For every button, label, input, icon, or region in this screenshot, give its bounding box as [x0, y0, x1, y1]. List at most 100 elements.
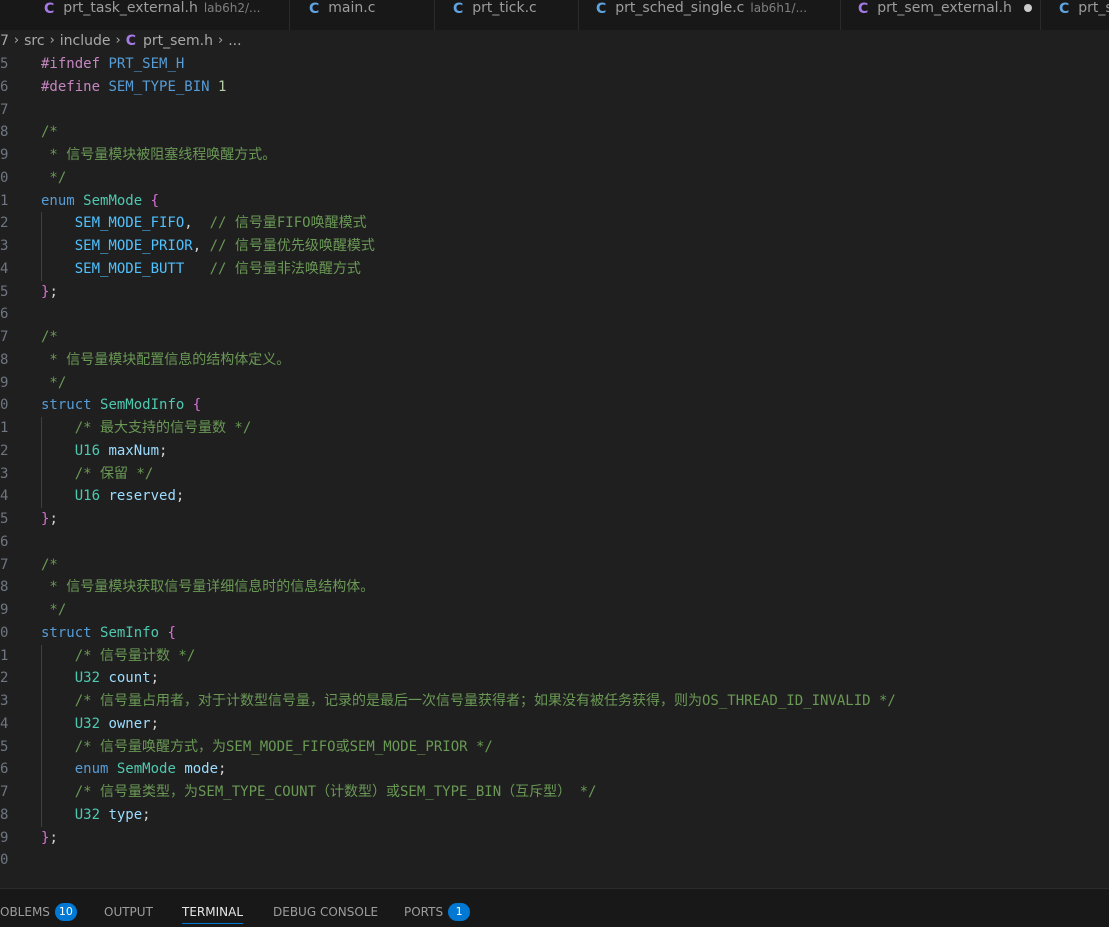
- line-number: 9: [0, 829, 9, 846]
- code-line[interactable]: 9};: [0, 827, 1109, 849]
- line-number: 7: [0, 784, 9, 800]
- code-line[interactable]: 2 SEM_MODE_FIFO, // 信号量FIFO唤醒模式: [0, 212, 1109, 234]
- code-line[interactable]: 0 */: [0, 167, 1109, 189]
- breadcrumb-item-src[interactable]: src: [24, 30, 44, 52]
- code-line[interactable]: 8 * 信号量模块配置信息的结构体定义。: [0, 349, 1109, 371]
- line-number: 2: [0, 442, 9, 459]
- code-line[interactable]: 0 struct SemModInfo {: [0, 394, 1109, 416]
- code-line[interactable]: 1 /* 信号量计数 */: [0, 645, 1109, 667]
- unsaved-dot-icon[interactable]: [1023, 4, 1032, 12]
- line-number: 8: [0, 806, 9, 823]
- code-line[interactable]: 9 */: [0, 599, 1109, 621]
- code-line[interactable]: 5};: [0, 508, 1109, 530]
- code-line[interactable]: 5 /* 信号量唤醒方式，为SEM_MODE_FIFO或SEM_MODE_PRI…: [0, 736, 1109, 758]
- line-number: 1: [0, 420, 9, 436]
- code-text: SEM_MODE_FIFO, // 信号量FIFO唤醒模式: [74, 215, 367, 232]
- line-number: 4: [0, 715, 9, 732]
- code-line[interactable]: 8 /*: [0, 121, 1109, 143]
- code-text: enum SemMode {: [41, 192, 160, 209]
- tab-ports[interactable]: PORTS 1: [404, 901, 471, 923]
- breadcrumb-lead[interactable]: 7: [0, 30, 9, 52]
- line-number: 0: [0, 397, 9, 414]
- tab-description: lab6h2/...: [203, 1, 261, 15]
- code-text: * 信号量模块配置信息的结构体定义。: [41, 351, 291, 368]
- code-editor[interactable]: 5 #ifndef PRT_SEM_H 6 #define SEM_TYPE_BIN …: [0, 53, 1109, 888]
- line-number: 5: [0, 283, 9, 300]
- code-line[interactable]: 6: [0, 303, 1109, 325]
- c-file-icon: C: [453, 1, 464, 17]
- code-line[interactable]: 3 SEM_MODE_PRIOR, // 信号量优先级唤醒模式: [0, 235, 1109, 257]
- code-line[interactable]: 7 /* 信号量类型，为SEM_TYPE_COUNT（计数型）或SEM_TYPE…: [0, 781, 1109, 803]
- tab-prt-s[interactable]: C prt_s: [1041, 0, 1109, 30]
- line-number: 5: [0, 738, 9, 755]
- code-line[interactable]: 7 /*: [0, 326, 1109, 348]
- code-line[interactable]: 6: [0, 531, 1109, 553]
- tab-prt-task-external-h[interactable]: C prt_task_external.h lab6h2/...: [0, 0, 290, 30]
- code-line[interactable]: 0: [0, 849, 1109, 871]
- breadcrumb-item-include[interactable]: include: [60, 30, 111, 52]
- code-line[interactable]: 4 U16 reserved;: [0, 485, 1109, 507]
- code-line[interactable]: 7: [0, 99, 1109, 121]
- line-number: 7: [0, 329, 9, 345]
- line-number: 8: [0, 351, 9, 368]
- code-line[interactable]: 5 #ifndef PRT_SEM_H: [0, 53, 1109, 75]
- code-line[interactable]: 9 * 信号量模块被阻塞线程唤醒方式。: [0, 144, 1109, 166]
- tab-label: OBLEMS: [0, 905, 50, 919]
- code-text: /*: [41, 124, 58, 141]
- tab-label: TERMINAL: [182, 905, 244, 919]
- code-line[interactable]: 8 U32 type;: [0, 804, 1109, 826]
- code-line[interactable]: 8 * 信号量模块获取信号量详细信息时的信息结构体。: [0, 576, 1109, 598]
- breadcrumb-item-file[interactable]: prt_sem.h: [143, 30, 213, 52]
- code-line[interactable]: 6 enum SemMode mode;: [0, 758, 1109, 780]
- line-number: 6: [0, 761, 9, 778]
- code-line[interactable]: 4 SEM_MODE_BUTT // 信号量非法唤醒方式: [0, 258, 1109, 280]
- line-number: 1: [0, 647, 9, 664]
- code-text: U16 maxNum;: [74, 442, 168, 459]
- code-text: U32 owner;: [74, 715, 160, 732]
- code-text: /* 信号量类型，为SEM_TYPE_COUNT（计数型）或SEM_TYPE_B…: [74, 784, 597, 800]
- code-line[interactable]: 5};: [0, 281, 1109, 303]
- code-line[interactable]: 1 enum SemMode {: [0, 190, 1109, 212]
- tab-terminal[interactable]: TERMINAL: [182, 901, 244, 924]
- tab-prt-sem-external-h[interactable]: C prt_sem_external.h: [841, 0, 1041, 30]
- c-file-icon: C: [125, 33, 136, 49]
- tab-debug-console[interactable]: DEBUG CONSOLE: [273, 901, 378, 923]
- code-line[interactable]: 1 /* 最大支持的信号量数 */: [0, 417, 1109, 439]
- code-line[interactable]: 6 #define SEM_TYPE_BIN 1: [0, 76, 1109, 98]
- code-line[interactable]: 3 /* 保留 */: [0, 463, 1109, 485]
- code-line[interactable]: 7 /*: [0, 554, 1109, 576]
- tab-label: prt_sem_external.h: [877, 0, 1012, 16]
- indent-guide: [41, 644, 42, 827]
- c-file-icon: C: [858, 1, 869, 17]
- code-text: /*: [41, 329, 58, 345]
- code-text: SEM_MODE_PRIOR, // 信号量优先级唤醒模式: [74, 238, 375, 254]
- tab-problems[interactable]: OBLEMS 10: [0, 901, 77, 923]
- code-line[interactable]: 4 U32 owner;: [0, 713, 1109, 735]
- problems-count-badge: 10: [54, 903, 77, 921]
- line-number: 3: [0, 238, 9, 254]
- chevron-right-icon: ›: [13, 33, 20, 48]
- breadcrumb: 7 › src › include › C prt_sem.h › ...: [0, 30, 1109, 52]
- line-number: 9: [0, 374, 9, 391]
- code-text: #ifndef PRT_SEM_H: [41, 56, 185, 72]
- line-number: 3: [0, 465, 9, 482]
- tab-output[interactable]: OUTPUT: [104, 901, 153, 923]
- line-number: 2: [0, 215, 9, 232]
- indent-guide: [41, 417, 42, 508]
- code-line[interactable]: 0 struct SemInfo {: [0, 622, 1109, 644]
- code-line[interactable]: 2 U16 maxNum;: [0, 440, 1109, 462]
- panel-tab-bar: OBLEMS 10 OUTPUT TERMINAL DEBUG CONSOLE …: [0, 888, 1109, 927]
- line-number: 4: [0, 488, 9, 505]
- vscode-window: C prt_task_external.h lab6h2/... C main.…: [0, 0, 1109, 927]
- tab-main-c[interactable]: C main.c: [290, 0, 435, 30]
- code-line[interactable]: 3 /* 信号量占用者，对于计数型信号量，记录的是最后一次信号量获得者；如果没有…: [0, 690, 1109, 712]
- chevron-right-icon: ›: [218, 33, 224, 48]
- code-line[interactable]: 9 */: [0, 372, 1109, 394]
- code-text: /* 信号量占用者，对于计数型信号量，记录的是最后一次信号量获得者；如果没有被任…: [74, 693, 896, 709]
- tab-label: OUTPUT: [104, 905, 153, 919]
- tab-prt-tick-c[interactable]: C prt_tick.c: [435, 0, 579, 30]
- breadcrumb-symbols[interactable]: ...: [228, 30, 241, 52]
- tab-prt-sched-single-c[interactable]: C prt_sched_single.c lab6h1/...: [579, 0, 841, 30]
- code-line[interactable]: 2 U32 count;: [0, 667, 1109, 689]
- line-number: 4: [0, 260, 9, 277]
